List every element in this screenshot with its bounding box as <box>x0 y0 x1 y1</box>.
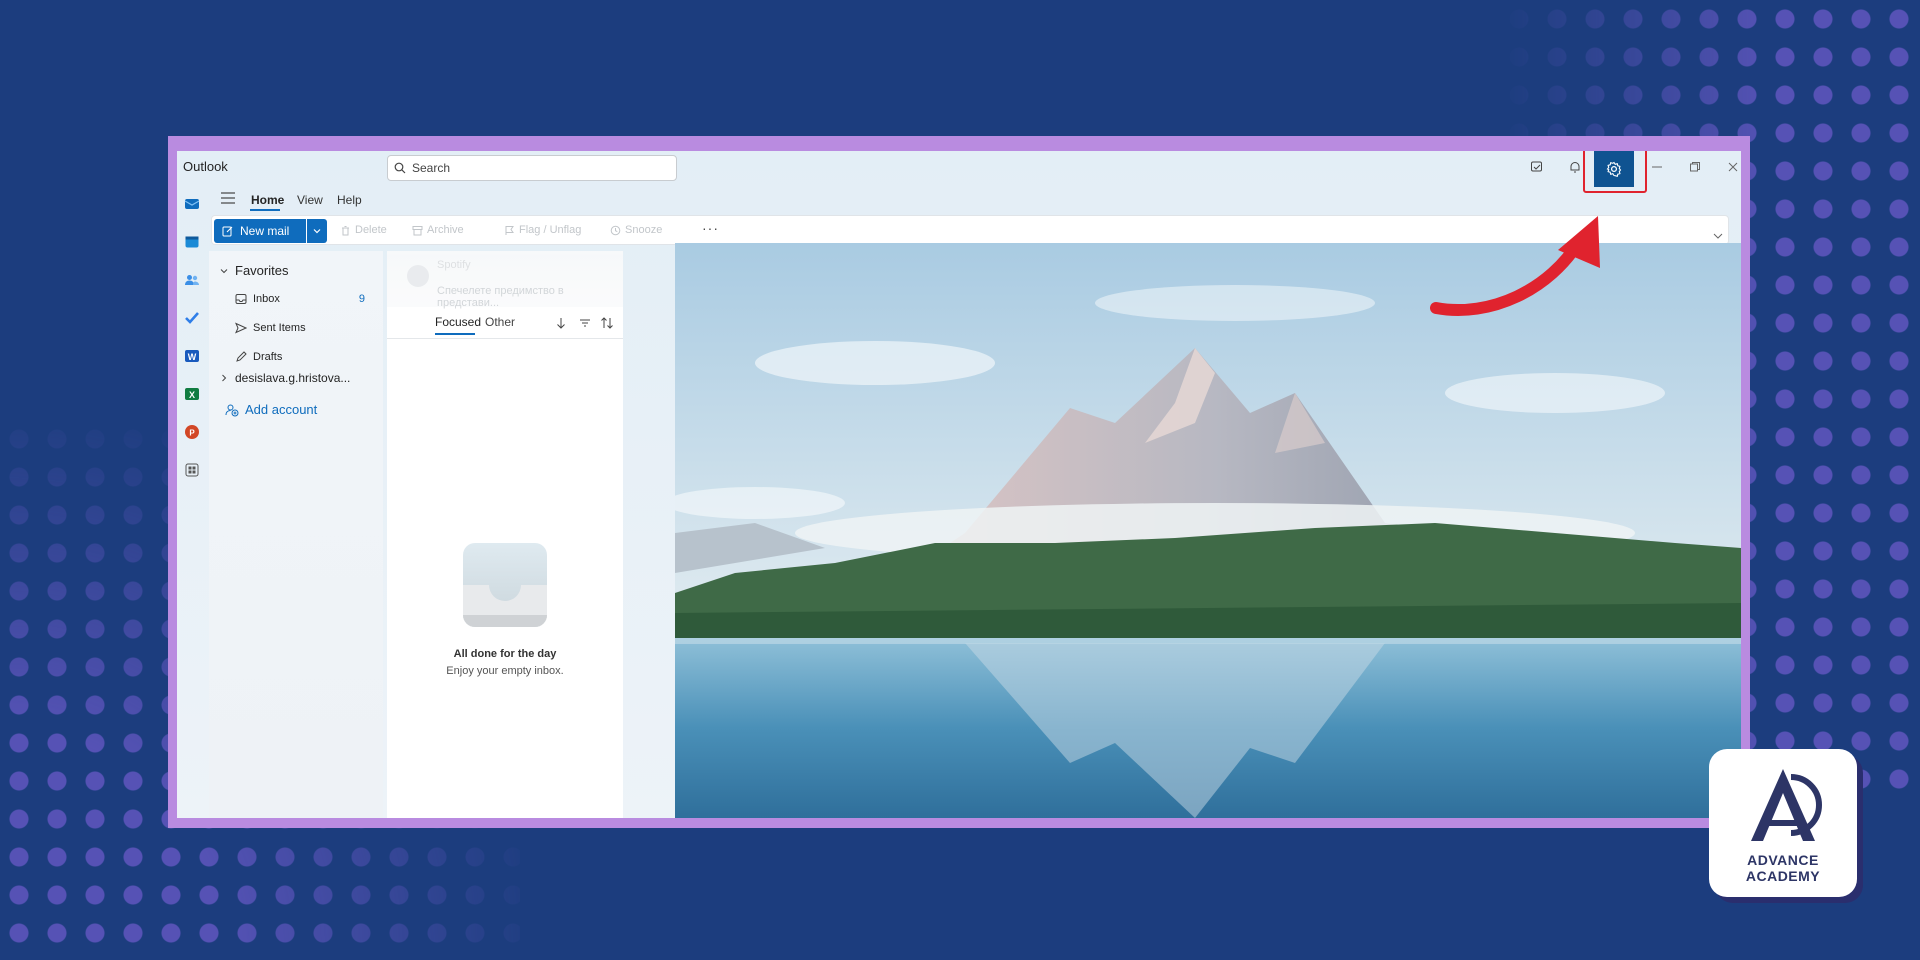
flag-label: Flag / Unflag <box>519 224 582 236</box>
filter-icon[interactable] <box>577 315 593 331</box>
sort-icon[interactable] <box>599 315 615 331</box>
folder-pane: Favorites Inbox 9 Sent Items Drafts desi… <box>209 251 383 818</box>
tab-focused-underline <box>435 333 475 335</box>
bell-icon[interactable] <box>1565 157 1585 177</box>
add-account-label: Add account <box>245 402 318 417</box>
add-account-button[interactable]: Add account <box>225 402 317 417</box>
search-placeholder: Search <box>412 161 451 175</box>
clock-icon <box>610 225 621 235</box>
search-icon <box>394 162 406 174</box>
todo-app-icon[interactable] <box>183 309 201 327</box>
snooze-button[interactable]: Snooze <box>610 224 662 236</box>
message-list: Spotify Спечелете предимство в представи… <box>387 251 623 818</box>
folder-sent-label: Sent Items <box>253 322 306 334</box>
tab-other[interactable]: Other <box>485 315 515 329</box>
archive-button[interactable]: Archive <box>412 224 464 236</box>
powerpoint-app-icon[interactable]: P <box>183 423 201 441</box>
reading-pane-background <box>675 243 1741 818</box>
app-title: Outlook <box>183 159 228 174</box>
people-app-icon[interactable] <box>183 271 201 289</box>
new-mail-button[interactable]: New mail <box>214 219 306 243</box>
snooze-label: Snooze <box>625 224 663 236</box>
delete-button[interactable]: Delete <box>340 224 387 236</box>
delete-label: Delete <box>355 224 387 236</box>
add-person-icon <box>225 404 239 416</box>
folder-inbox-label: Inbox <box>253 293 280 305</box>
more-apps-icon[interactable] <box>183 461 201 479</box>
title-bar: Outlook Search <box>177 151 1741 193</box>
folder-drafts-label: Drafts <box>253 351 283 363</box>
calendar-app-icon[interactable] <box>183 233 201 251</box>
svg-text:P: P <box>189 429 195 438</box>
svg-text:W: W <box>188 352 197 362</box>
chevron-down-icon <box>313 229 321 234</box>
compose-icon <box>222 226 233 237</box>
message-preview: Спечелете предимство в представи... <box>437 285 564 309</box>
favorites-header[interactable]: Favorites <box>219 263 288 278</box>
account-item[interactable]: desislava.g.hristova... <box>219 371 350 385</box>
folder-sent-items[interactable]: Sent Items <box>235 322 306 334</box>
advance-academy-logo: ADVANCE ACADEMY <box>1709 749 1857 897</box>
minimize-icon[interactable] <box>1647 157 1667 177</box>
message-sender: Spotify <box>437 259 471 271</box>
empty-inbox-subtitle: Enjoy your empty inbox. <box>446 665 564 677</box>
pencil-icon <box>236 351 247 362</box>
annotation-arrow <box>1430 216 1600 317</box>
new-mail-dropdown[interactable] <box>307 219 327 243</box>
favorites-label: Favorites <box>235 263 289 278</box>
academy-logo-mark <box>1751 769 1822 841</box>
avatar <box>407 265 429 287</box>
folder-drafts[interactable]: Drafts <box>235 351 282 363</box>
mail-app-icon[interactable] <box>183 195 201 213</box>
logo-line-1: ADVANCE <box>1747 852 1819 868</box>
inbox-unread-count: 9 <box>358 293 365 305</box>
hamburger-menu-icon[interactable] <box>219 191 239 207</box>
trash-icon <box>342 225 349 235</box>
arrow-down-icon[interactable] <box>553 315 569 331</box>
folder-inbox[interactable]: Inbox <box>235 293 280 305</box>
archive-label: Archive <box>427 224 464 236</box>
word-app-icon[interactable]: W <box>183 347 201 365</box>
tab-view[interactable]: View <box>297 193 323 207</box>
app-rail: W X P <box>177 185 209 818</box>
chevron-right-icon <box>222 374 227 382</box>
archive-icon <box>412 225 423 235</box>
excel-app-icon[interactable]: X <box>183 385 201 403</box>
chevron-down-icon <box>220 268 228 273</box>
tab-help[interactable]: Help <box>337 193 362 207</box>
send-icon <box>235 322 247 334</box>
logo-line-2: ACADEMY <box>1745 868 1821 884</box>
flag-button[interactable]: Flag / Unflag <box>504 224 581 236</box>
flag-icon <box>505 225 514 235</box>
svg-text:X: X <box>189 390 195 400</box>
message-preview-row[interactable]: Spotify Спечелете предимство в представи… <box>387 251 623 309</box>
tab-home-underline <box>250 209 280 211</box>
my-day-icon[interactable] <box>1527 157 1547 177</box>
empty-inbox-illustration <box>463 543 547 627</box>
inbox-icon <box>235 294 247 304</box>
tab-focused[interactable]: Focused <box>435 315 481 329</box>
restore-icon[interactable] <box>1685 157 1705 177</box>
tab-home[interactable]: Home <box>251 193 284 207</box>
new-mail-label: New mail <box>240 224 290 238</box>
account-label: desislava.g.hristova... <box>235 371 351 385</box>
empty-inbox-title: All done for the day <box>453 648 557 660</box>
mountain-lake-image <box>675 243 1741 818</box>
more-options-button[interactable]: ··· <box>702 220 719 236</box>
close-icon[interactable] <box>1723 157 1741 177</box>
search-input[interactable]: Search <box>387 155 677 181</box>
